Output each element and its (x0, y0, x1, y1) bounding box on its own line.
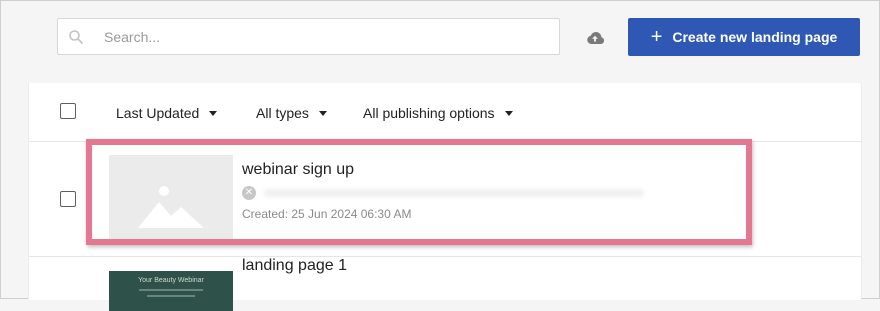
list-item[interactable]: webinar sign up ✕ Created: 25 Jun 2024 0… (29, 142, 861, 257)
chevron-down-icon (209, 110, 218, 116)
page-title[interactable]: webinar sign up (242, 161, 354, 179)
page-thumbnail[interactable] (109, 155, 233, 245)
create-button-label: Create new landing page (672, 29, 838, 45)
plus-icon: + (650, 26, 663, 48)
publishing-filter-label: All publishing options (363, 105, 495, 121)
type-filter-label: All types (256, 105, 309, 121)
page-title[interactable]: landing page 1 (242, 257, 347, 275)
type-filter-dropdown[interactable]: All types (256, 105, 327, 121)
thumbnail-text: Your Beauty Webinar (138, 277, 204, 284)
create-landing-page-button[interactable]: + Create new landing page (628, 18, 860, 56)
select-all-checkbox[interactable] (60, 103, 76, 119)
unpublished-icon: ✕ (242, 186, 256, 200)
sort-dropdown-label: Last Updated (116, 105, 200, 121)
row-checkbox[interactable] (60, 191, 76, 207)
list-item[interactable]: Your Beauty Webinar landing page 1 (29, 257, 861, 311)
image-placeholder-icon (138, 186, 204, 228)
chevron-down-icon (318, 110, 327, 116)
publishing-filter-dropdown[interactable]: All publishing options (363, 105, 513, 121)
created-date: Created: 25 Jun 2024 06:30 AM (242, 207, 412, 221)
sort-dropdown[interactable]: Last Updated (116, 105, 218, 121)
thumbnail-line (139, 289, 203, 291)
page-url-row: ✕ (242, 186, 644, 200)
search-box[interactable] (57, 18, 560, 55)
page-url (264, 189, 644, 197)
thumbnail-line (147, 295, 195, 297)
top-toolbar: + Create new landing page (1, 1, 880, 77)
cloud-upload-icon[interactable] (584, 27, 606, 49)
search-input[interactable] (102, 27, 559, 46)
page-thumbnail[interactable]: Your Beauty Webinar (109, 271, 233, 311)
chevron-down-icon (504, 110, 513, 116)
filter-bar: Last Updated All types All publishing op… (29, 83, 861, 142)
landing-pages-list: Last Updated All types All publishing op… (28, 83, 862, 311)
search-icon (69, 29, 83, 44)
